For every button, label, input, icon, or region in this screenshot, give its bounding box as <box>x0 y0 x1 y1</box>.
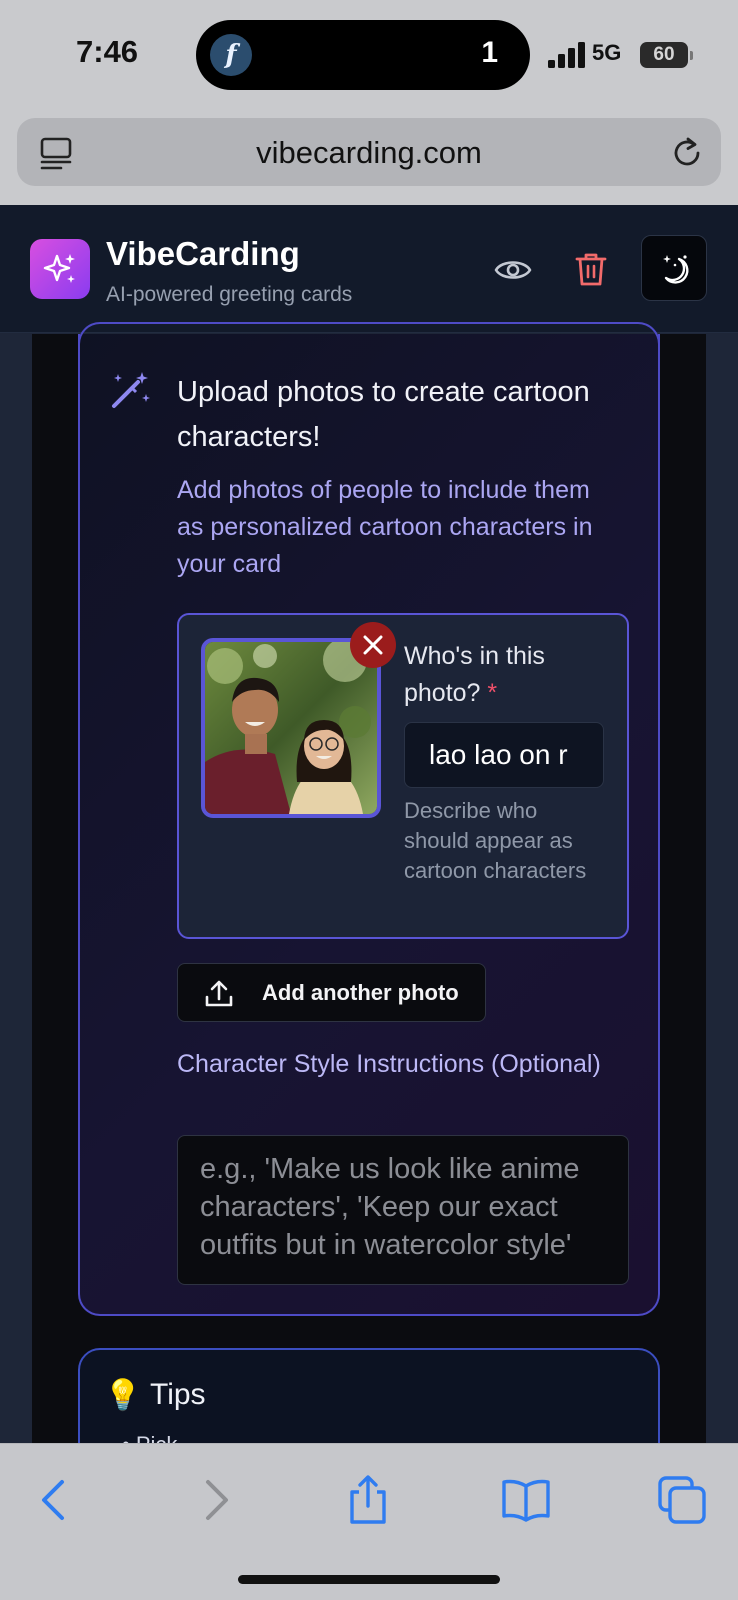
who-help-text: Describe who should appear as cartoon ch… <box>404 798 587 883</box>
add-another-photo-button[interactable]: Add another photo <box>177 963 486 1022</box>
who-label: Who's in this photo? * <box>404 638 614 712</box>
reload-icon[interactable] <box>669 135 705 171</box>
network-type: 5G <box>592 40 622 65</box>
tips-title: Tips <box>150 1378 206 1411</box>
who-label-text: Who's in this photo? <box>404 642 545 707</box>
share-icon[interactable] <box>342 1474 394 1526</box>
cellular-signal-icon <box>548 42 585 68</box>
eye-icon[interactable] <box>494 253 532 287</box>
home-indicator <box>238 1575 500 1584</box>
battery-indicator: 60 <box>640 42 693 68</box>
browser-address-area: vibecarding.com <box>0 110 738 205</box>
upload-icon <box>205 980 233 1007</box>
bookmarks-icon[interactable] <box>500 1474 552 1526</box>
status-time: 7:46 <box>76 34 139 69</box>
remove-photo-button[interactable] <box>350 622 396 668</box>
app-header: VibeCarding AI-powered greeting cards <box>0 205 738 333</box>
moon-stars-icon <box>663 255 689 284</box>
brand-title: VibeCarding <box>106 235 300 272</box>
uploaded-photo <box>201 638 381 818</box>
fedora-app-icon: f <box>210 34 252 76</box>
brand-subtitle: AI-powered greeting cards <box>106 283 353 306</box>
tabs-icon[interactable] <box>656 1474 708 1526</box>
add-photo-label: Add another photo <box>262 980 459 1005</box>
style-instructions-label: Character Style Instructions (Optional) <box>177 1050 601 1078</box>
upload-description: Add photos of people to include them as … <box>177 476 593 578</box>
url-text: vibecarding.com <box>256 135 482 170</box>
upload-title: Upload photos to create cartoon characte… <box>177 376 590 453</box>
forward-icon[interactable] <box>188 1474 240 1526</box>
sparkles-icon <box>43 254 75 283</box>
address-bar[interactable]: vibecarding.com <box>17 118 721 186</box>
back-icon[interactable] <box>30 1474 82 1526</box>
required-marker: * <box>487 679 498 707</box>
theme-toggle-button[interactable] <box>641 235 707 301</box>
close-icon <box>363 635 383 655</box>
dynamic-island: f 1 <box>196 20 530 90</box>
uploaded-photo-image <box>205 642 377 814</box>
lightbulb-icon: 💡 <box>104 1379 142 1412</box>
trash-icon[interactable] <box>574 251 608 287</box>
magic-wand-icon <box>112 372 150 408</box>
status-bar: 7:46 f 1 5G 60 <box>0 0 738 110</box>
island-count: 1 <box>481 36 498 69</box>
style-instructions-textarea[interactable]: e.g., 'Make us look like anime character… <box>177 1135 629 1285</box>
app-logo <box>30 239 90 299</box>
who-in-photo-input[interactable]: lao lao on r <box>404 722 604 788</box>
